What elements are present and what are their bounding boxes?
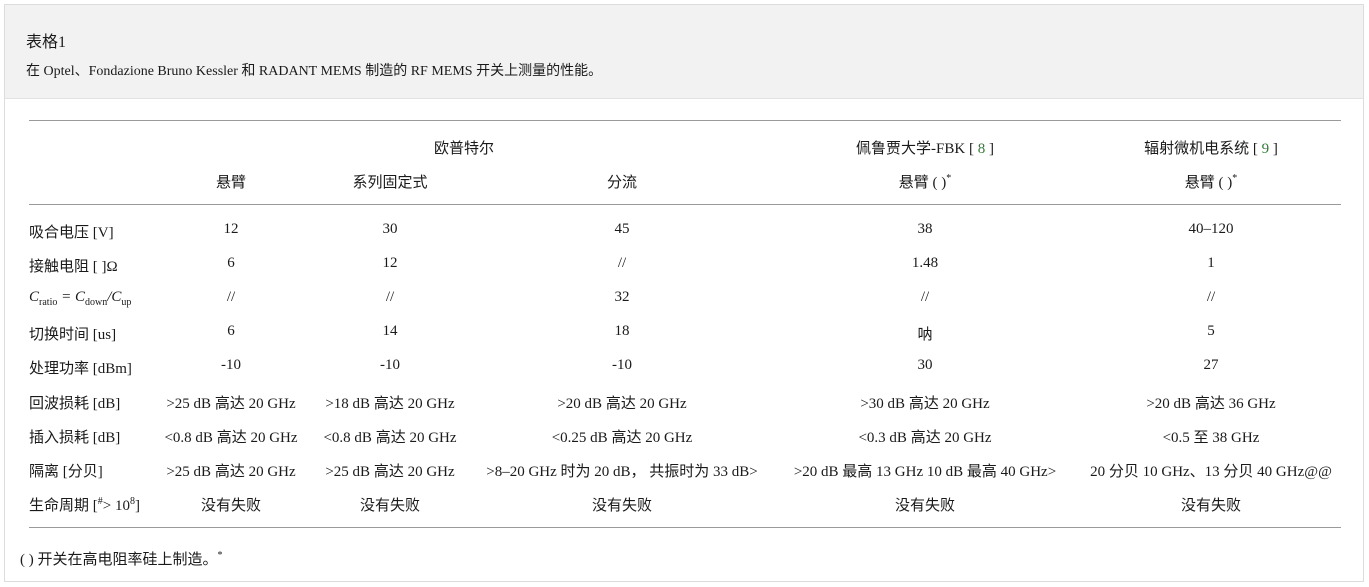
table-cell: 5 (1207, 323, 1215, 339)
table-cell: 45 (614, 221, 630, 237)
table-cell: 没有失败 (200, 498, 262, 514)
table-cell: 呐 (917, 327, 933, 343)
table-panel: 表格1 在 Optel、Fondazione Bruno Kessler 和 R… (4, 4, 1364, 582)
subheader-radant-cantilever-label: 悬臂 ( ) (1184, 175, 1233, 191)
lifetime-post: ] (134, 498, 140, 514)
group-header-fbk: 佩鲁贾大学-FBK [ 8 ] (856, 137, 994, 158)
table-cell: <0.8 dB 高达 20 GHz (164, 430, 298, 446)
subheader-cantilever: 悬臂 (215, 175, 247, 191)
row-label-insertion-loss: 插入损耗 [dB] (29, 430, 121, 446)
row-label-isolation: 隔离 [分贝] (29, 464, 103, 480)
cratio-sub-up: up (121, 297, 132, 308)
table-cell: 14 (382, 323, 398, 339)
table-cell: <0.3 dB 高达 20 GHz (858, 430, 992, 446)
table-cell: >30 dB 高达 20 GHz (860, 396, 990, 412)
table-footnote: ( ) 开关在高电阻率硅上制造。* (20, 548, 223, 569)
subheader-radant-cantilever: 悬臂 ( )* (1185, 171, 1238, 192)
table-cell: >25 dB 高达 20 GHz (166, 396, 296, 412)
table-cell: // (385, 289, 395, 305)
table-cell: <0.5 至 38 GHz (1162, 430, 1260, 446)
table-cell: 没有失败 (591, 498, 653, 514)
table-bottom-rule (29, 527, 1341, 528)
table-cell: >8–20 GHz 时为 20 dB， 共振时为 33 dB> (486, 464, 758, 480)
table-caption: 表格1 在 Optel、Fondazione Bruno Kessler 和 R… (5, 5, 1363, 99)
row-label-capacitance-ratio: Cratio = Cdown/Cup (29, 289, 132, 308)
table-cell: // (226, 289, 236, 305)
table-cell: <0.25 dB 高达 20 GHz (551, 430, 693, 446)
group-header-optel: 欧普特尔 (433, 141, 495, 157)
cratio-sub-down: down (84, 297, 108, 308)
cratio-sub-ratio: ratio (39, 297, 58, 308)
table-cell: 38 (917, 221, 933, 237)
subheader-radant-footnote-mark: * (1232, 173, 1238, 184)
table-cell: // (617, 255, 627, 271)
table-cell: 12 (223, 221, 239, 237)
table-cell: <0.8 dB 高达 20 GHz (323, 430, 457, 446)
table-cell: -10 (221, 357, 241, 373)
table-cell: 20 分贝 10 GHz、13 分贝 40 GHz@@ (1090, 464, 1332, 480)
subheader-fbk-footnote-mark: * (946, 173, 952, 184)
group-header-radant: 辐射微机电系统 [ 9 ] (1144, 137, 1278, 158)
group-header-fbk-label: 佩鲁贾大学-FBK [ (856, 141, 974, 157)
row-label-switching-time: 切换时间 [us] (29, 327, 117, 343)
group-header-fbk-bracket: ] (988, 141, 994, 157)
table-cell: -10 (380, 357, 400, 373)
table-cell: >25 dB 高达 20 GHz (166, 464, 296, 480)
table-cell: 1.48 (911, 255, 939, 271)
table-cell: -10 (612, 357, 632, 373)
lifetime-pre: 生命周期 [ (29, 498, 98, 514)
table-cell: >20 dB 高达 36 GHz (1146, 396, 1276, 412)
table-cell: 40–120 (1188, 221, 1234, 237)
table-footnote-text: ( ) 开关在高电阻率硅上制造。 (20, 552, 218, 568)
table-cell: 12 (382, 255, 398, 271)
radant-reference-link[interactable]: 9 (1262, 141, 1270, 157)
subheader-shunt: 分流 (606, 175, 638, 191)
table-cell: 32 (614, 289, 630, 305)
table-cell: >18 dB 高达 20 GHz (325, 396, 455, 412)
group-header-radant-label: 辐射微机电系统 [ (1144, 141, 1258, 157)
cratio-slash: /C (107, 289, 122, 305)
table-caption-text: 在 Optel、Fondazione Bruno Kessler 和 RADAN… (26, 64, 603, 79)
subheader-series-fixed: 系列固定式 (352, 175, 428, 191)
cratio-c: C (29, 289, 40, 305)
table-cell: 6 (227, 255, 235, 271)
table-cell: 没有失败 (359, 498, 421, 514)
table-cell: 没有失败 (1180, 498, 1242, 514)
table-cell: 27 (1203, 357, 1219, 373)
table-cell: 没有失败 (894, 498, 956, 514)
row-label-lifetime: 生命周期 [#> 108] (29, 494, 140, 515)
table-cell: >20 dB 最高 13 GHz 10 dB 最高 40 GHz> (793, 464, 1057, 480)
subheader-fbk-cantilever: 悬臂 ( )* (899, 171, 952, 192)
cratio-eq: = C (57, 289, 85, 305)
table-footnote-mark: * (217, 550, 223, 561)
row-label-power-handling: 处理功率 [dBm] (29, 361, 132, 377)
table-cell: >25 dB 高达 20 GHz (325, 464, 455, 480)
table-cell: // (1206, 289, 1216, 305)
table-cell: >20 dB 高达 20 GHz (557, 396, 687, 412)
subheader-fbk-cantilever-label: 悬臂 ( ) (898, 175, 947, 191)
row-label-contact-resistance: 接触电阻 [ ]Ω (29, 259, 118, 275)
row-label-pull-in-voltage: 吸合电压 [V] (29, 225, 114, 241)
table-top-rule (29, 120, 1341, 121)
table-header-rule (29, 204, 1341, 205)
table-cell: 30 (382, 221, 398, 237)
table-cell: 1 (1207, 255, 1215, 271)
table-cell: 30 (917, 357, 933, 373)
fbk-reference-link[interactable]: 8 (978, 141, 986, 157)
lifetime-mid: > 10 (102, 498, 130, 514)
group-header-radant-bracket: ] (1272, 141, 1278, 157)
table-cell: // (920, 289, 930, 305)
table-title: 表格1 (26, 34, 67, 51)
table-cell: 18 (614, 323, 630, 339)
table-cell: 6 (227, 323, 235, 339)
row-label-return-loss: 回波损耗 [dB] (29, 396, 121, 412)
